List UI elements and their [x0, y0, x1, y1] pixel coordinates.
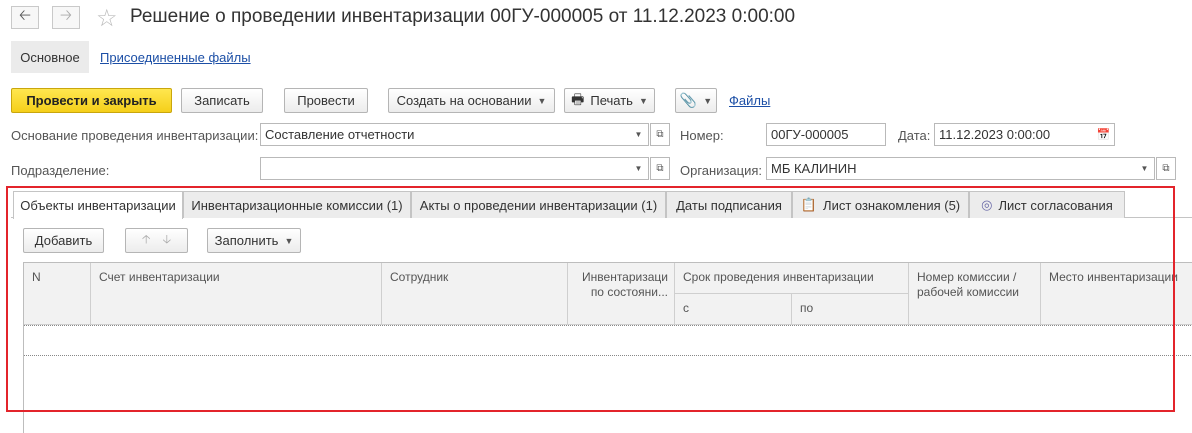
- column-header-place[interactable]: Место инвентаризации: [1041, 263, 1192, 325]
- number-field[interactable]: 00ГУ-000005: [766, 123, 886, 146]
- arrow-up-icon[interactable]: 🡡: [142, 230, 151, 251]
- section-main[interactable]: Основное: [11, 41, 89, 73]
- date-field[interactable]: 11.12.2023 0:00:00: [934, 123, 1094, 146]
- back-button[interactable]: 🡠: [11, 6, 39, 29]
- tab-signing-dates[interactable]: Даты подписания: [666, 191, 792, 218]
- open-link-icon: ⧉: [1162, 163, 1170, 174]
- tab-acknowledgement-sheet[interactable]: 📋 Лист ознакомления (5): [792, 191, 969, 218]
- section-attached-files[interactable]: Присоединенные файлы: [100, 50, 251, 65]
- paperclip-icon: 📎: [679, 92, 698, 108]
- chevron-down-icon: ▼: [284, 235, 294, 246]
- arrow-down-icon[interactable]: 🡣: [163, 230, 172, 251]
- post-button[interactable]: Провести: [284, 88, 368, 113]
- tab-acknowledgement-label: Лист ознакомления (5): [823, 197, 961, 213]
- basis-label: Основание проведения инвентаризации:: [11, 128, 259, 143]
- calendar-button[interactable]: 📅: [1093, 123, 1115, 146]
- column-header-as-of[interactable]: Инвентаризаци по состояни...: [568, 263, 675, 325]
- tab-inventory-objects[interactable]: Объекты инвентаризации: [13, 191, 183, 219]
- forward-button[interactable]: 🡢: [52, 6, 80, 29]
- chevron-down-icon: ▼: [703, 95, 713, 106]
- star-icon[interactable]: ☆: [96, 4, 118, 33]
- department-label: Подразделение:: [11, 163, 110, 178]
- chevron-down-icon: ▼: [638, 95, 648, 106]
- basis-dropdown-button[interactable]: ▼: [629, 123, 649, 146]
- arrow-left-icon: 🡠: [18, 7, 32, 24]
- fill-button[interactable]: Заполнить ▼: [207, 228, 301, 253]
- arrow-right-icon: 🡢: [59, 7, 73, 24]
- save-button[interactable]: Записать: [181, 88, 263, 113]
- print-button[interactable]: 🖶 Печать ▼: [564, 88, 655, 113]
- open-link-icon: ⧉: [656, 163, 664, 174]
- table-row[interactable]: [24, 325, 1192, 356]
- create-based-on-button[interactable]: Создать на основании ▼: [388, 88, 555, 113]
- chevron-down-icon: ▼: [634, 164, 643, 173]
- column-header-account[interactable]: Счет инвентаризации: [91, 263, 382, 325]
- objects-table[interactable]: N Счет инвентаризации Сотрудник Инвентар…: [23, 262, 1192, 433]
- basis-field[interactable]: Составление отчетности: [260, 123, 630, 146]
- tab-approval-sheet[interactable]: ◎ Лист согласования: [969, 191, 1125, 218]
- column-header-period-to[interactable]: по: [792, 294, 909, 325]
- clipboard-check-icon: 📋: [800, 197, 818, 212]
- organization-open-button[interactable]: ⧉: [1156, 157, 1176, 180]
- column-header-commission[interactable]: Номер комиссии / рабочей комиссии: [909, 263, 1041, 325]
- open-link-icon: ⧉: [656, 129, 664, 140]
- move-buttons[interactable]: 🡡 🡣: [125, 228, 188, 253]
- chevron-down-icon: ▼: [537, 95, 547, 106]
- attach-button[interactable]: 📎 ▼: [675, 88, 717, 113]
- column-header-n[interactable]: N: [24, 263, 91, 325]
- column-header-period[interactable]: Срок проведения инвентаризации: [675, 263, 909, 294]
- print-label: Печать: [590, 93, 633, 108]
- number-label: Номер:: [680, 128, 724, 143]
- organization-field[interactable]: МБ КАЛИНИН: [766, 157, 1136, 180]
- date-label: Дата:: [898, 128, 931, 143]
- calendar-icon: 📅: [1096, 129, 1111, 141]
- tab-inventory-commissions[interactable]: Инвентаризационные комиссии (1): [183, 191, 411, 218]
- chevron-down-icon: ▼: [1140, 164, 1149, 173]
- tab-inventory-acts[interactable]: Акты о проведении инвентаризации (1): [411, 191, 666, 218]
- column-header-employee[interactable]: Сотрудник: [382, 263, 568, 325]
- post-and-close-button[interactable]: Провести и закрыть: [11, 88, 172, 113]
- fill-label: Заполнить: [214, 233, 279, 248]
- create-based-on-label: Создать на основании: [396, 93, 532, 108]
- chevron-down-icon: ▼: [634, 130, 643, 139]
- basis-open-button[interactable]: ⧉: [650, 123, 670, 146]
- files-link[interactable]: Файлы: [729, 93, 770, 108]
- column-header-period-from[interactable]: с: [675, 294, 792, 325]
- window-title: Решение о проведении инвентаризации 00ГУ…: [130, 6, 796, 27]
- department-open-button[interactable]: ⧉: [650, 157, 670, 180]
- printer-icon: 🖶: [571, 90, 585, 107]
- add-button[interactable]: Добавить: [23, 228, 104, 253]
- department-dropdown-button[interactable]: ▼: [629, 157, 649, 180]
- organization-label: Организация:: [680, 163, 763, 178]
- department-field[interactable]: [260, 157, 630, 180]
- tab-approval-label: Лист согласования: [998, 197, 1113, 213]
- approval-icon: ◎: [981, 197, 993, 212]
- organization-dropdown-button[interactable]: ▼: [1135, 157, 1155, 180]
